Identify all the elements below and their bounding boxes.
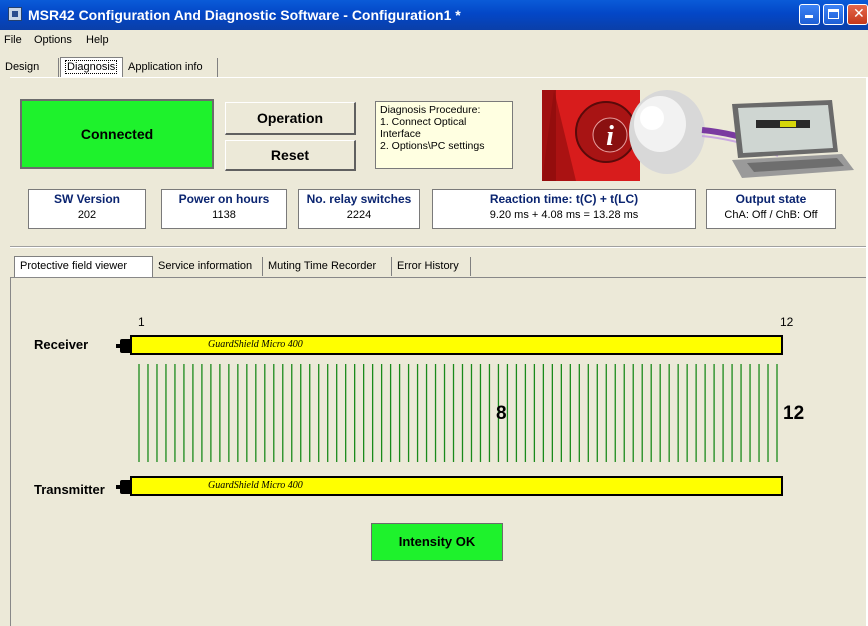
sw-version-box: SW Version 202 <box>28 189 146 229</box>
reaction-time-box: Reaction time: t(C) + t(LC) 9.20 ms + 4.… <box>432 189 696 229</box>
tab-label: Error History <box>397 260 459 272</box>
power-on-hours-heading: Power on hours <box>178 192 270 206</box>
beam-start-index: 1 <box>138 315 145 329</box>
output-state-box: Output state ChA: Off / ChB: Off <box>706 189 836 229</box>
procedure-step-1b: Interface <box>380 128 421 140</box>
main-tab-strip: Design Diagnosis Application info <box>0 57 868 78</box>
tab-label: Service information <box>158 260 253 272</box>
tab-design[interactable]: Design <box>1 58 59 77</box>
transmitter-bar: GuardShield Micro 400 <box>130 476 783 496</box>
tab-service-information[interactable]: Service information <box>154 257 263 276</box>
tab-label: Muting Time Recorder <box>268 260 377 272</box>
sw-version-heading: SW Version <box>53 192 121 206</box>
diagnosis-procedure-note: Diagnosis Procedure: 1. Connect Optical … <box>375 101 513 169</box>
total-beam-count: 12 <box>783 403 805 424</box>
title-bar: MSR42 Configuration And Diagnostic Softw… <box>0 0 868 30</box>
tab-diagnosis[interactable]: Diagnosis <box>60 57 123 78</box>
reaction-time-value: 9.20 ms + 4.08 ms = 13.28 ms <box>489 209 639 221</box>
tab-label: Protective field viewer <box>20 260 127 272</box>
procedure-step-1: 1. Connect Optical <box>380 116 467 128</box>
close-button[interactable]: ✕ <box>847 4 868 25</box>
intensity-status: Intensity OK <box>371 523 503 561</box>
light-beams <box>138 364 778 462</box>
operation-button[interactable]: Operation <box>225 102 356 135</box>
info-icon: i <box>592 117 628 153</box>
transmitter-label: Transmitter <box>34 482 105 497</box>
close-icon: ✕ <box>853 6 865 22</box>
app-icon <box>8 7 22 21</box>
svg-text:i: i <box>606 121 614 152</box>
relay-switches-box: No. relay switches 2224 <box>298 189 420 229</box>
tab-muting-time-recorder[interactable]: Muting Time Recorder <box>264 257 392 276</box>
tab-error-history[interactable]: Error History <box>393 257 471 276</box>
minimize-button[interactable] <box>799 4 820 25</box>
tab-baseline <box>10 77 868 78</box>
sub-tab-strip: Protective field viewer Service informat… <box>14 256 868 277</box>
optical-interface-illustration: i <box>542 90 857 181</box>
tab-application-info[interactable]: Application info <box>124 58 218 77</box>
tab-label: Design <box>5 61 40 73</box>
transmitter-device-name: GuardShield Micro 400 <box>208 480 303 491</box>
menu-help[interactable]: Help <box>86 34 109 46</box>
maximize-button[interactable] <box>823 4 844 25</box>
menu-options[interactable]: Options <box>34 34 72 46</box>
power-on-hours-box: Power on hours 1138 <box>161 189 287 229</box>
output-state-value: ChA: Off / ChB: Off <box>724 209 818 221</box>
output-state-heading: Output state <box>735 192 807 206</box>
receiver-bar: GuardShield Micro 400 <box>130 335 783 355</box>
maximize-icon <box>828 9 839 19</box>
menu-bar: File Options Help <box>0 30 868 50</box>
power-on-hours-value: 1138 <box>212 209 236 221</box>
receiver-label: Receiver <box>34 337 89 352</box>
reaction-time-heading: Reaction time: t(C) + t(LC) <box>489 192 639 206</box>
relay-switches-value: 2224 <box>346 209 372 221</box>
reset-button[interactable]: Reset <box>225 140 356 171</box>
sw-version-value: 202 <box>77 209 97 221</box>
section-divider <box>10 246 868 248</box>
tab-label: Diagnosis <box>65 60 118 74</box>
tab-label: Application info <box>128 61 203 73</box>
connection-status: Connected <box>20 99 214 169</box>
minimize-icon <box>805 15 813 18</box>
relay-switches-heading: No. relay switches <box>306 192 412 206</box>
menu-file[interactable]: File <box>4 34 22 46</box>
procedure-step-2: 2. Options\PC settings <box>380 140 485 152</box>
procedure-title: Diagnosis Procedure: <box>380 104 481 116</box>
tab-protective-field-viewer[interactable]: Protective field viewer <box>14 256 153 277</box>
receiver-device-name: GuardShield Micro 400 <box>208 339 303 350</box>
beam-end-index: 12 <box>780 315 794 329</box>
blocked-beam-count: 8 <box>496 403 507 424</box>
window-title: MSR42 Configuration And Diagnostic Softw… <box>28 7 461 23</box>
